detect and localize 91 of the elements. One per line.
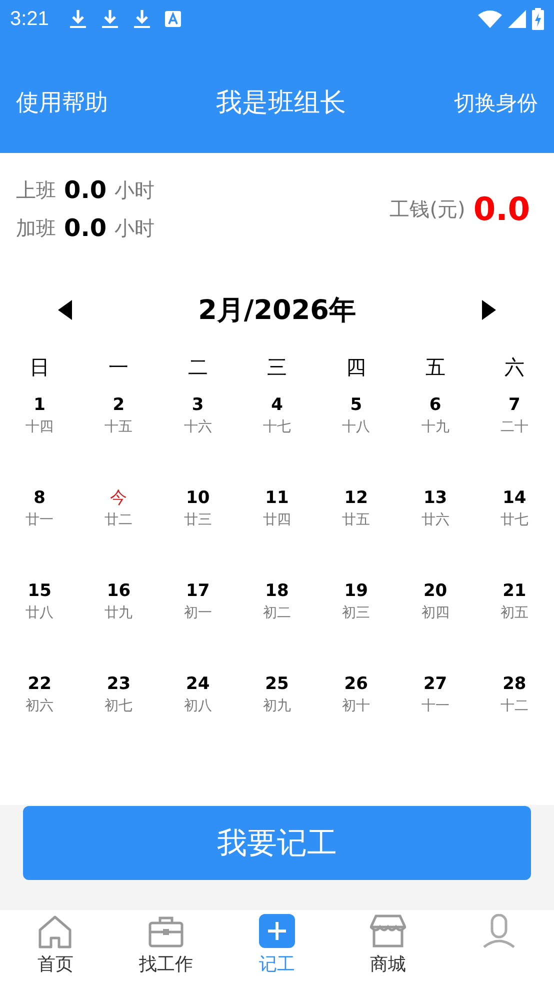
day-number[interactable]: 15	[28, 579, 52, 603]
day-number[interactable]: 10	[186, 486, 210, 510]
download-icon	[132, 9, 151, 29]
day-number[interactable]: 28	[502, 672, 526, 696]
day-number[interactable]: 今	[110, 486, 128, 510]
download-icon	[100, 9, 119, 29]
weekday-label: 四	[345, 354, 368, 381]
hours-unit: 小时	[114, 176, 155, 204]
lunar-date: 廿六	[421, 511, 450, 530]
lunar-date: 廿三	[184, 511, 212, 530]
signal-icon	[508, 10, 526, 28]
lunar-date: 廿八	[26, 604, 54, 623]
day-number[interactable]: 26	[344, 672, 368, 696]
lunar-date: 初七	[104, 697, 133, 716]
wage-value: 0.0	[473, 190, 530, 228]
weekday-label: 六	[503, 354, 526, 381]
nav-tab[interactable]: 首页	[0, 910, 111, 984]
battery-icon	[532, 8, 544, 30]
day-number[interactable]: 22	[28, 672, 52, 696]
hours-label: 加班	[16, 214, 56, 242]
hours-value: 0.0	[64, 176, 107, 204]
day-number[interactable]: 20	[423, 579, 448, 603]
weekday-label: 二	[186, 354, 209, 381]
lunar-date: 十七	[262, 418, 291, 437]
day-number[interactable]: 24	[186, 672, 210, 696]
lunar-date: 廿四	[262, 511, 291, 530]
day-number[interactable]: 13	[423, 486, 448, 510]
status-time: 3:21	[10, 8, 49, 30]
lunar-date: 初三	[342, 604, 370, 623]
lunar-date: 十六	[184, 418, 212, 437]
person-icon	[480, 914, 517, 950]
day-number[interactable]: 27	[423, 672, 448, 696]
lunar-date: 初二	[262, 604, 291, 623]
day-number[interactable]: 25	[265, 672, 289, 696]
day-number[interactable]: 14	[502, 486, 526, 510]
day-number[interactable]: 18	[265, 579, 289, 603]
nav-tab[interactable]: 找工作	[110, 910, 222, 984]
lunar-date: 初五	[500, 604, 528, 623]
lunar-date: 初九	[262, 697, 291, 716]
day-number[interactable]: 4	[271, 393, 283, 417]
lunar-date: 十二	[500, 697, 528, 716]
day-number[interactable]: 19	[344, 579, 368, 603]
lunar-date: 廿五	[342, 511, 370, 530]
lunar-date: 初十	[342, 697, 370, 716]
next-icon[interactable]	[482, 300, 496, 320]
day-number[interactable]: 23	[106, 672, 131, 696]
day-number[interactable]: 2	[112, 393, 125, 417]
day-number[interactable]: 8	[34, 486, 46, 510]
day-number[interactable]: 11	[265, 486, 289, 510]
hours-value: 0.0	[64, 214, 107, 242]
lunar-date: 初四	[421, 604, 450, 623]
day-number[interactable]: 7	[508, 393, 520, 417]
weekday-label: 日	[28, 354, 51, 381]
lunar-date: 初八	[184, 697, 212, 716]
lunar-date: 初六	[26, 697, 54, 716]
day-number[interactable]: 3	[192, 393, 204, 417]
day-number[interactable]: 1	[34, 393, 46, 417]
hours-unit: 小时	[114, 214, 155, 242]
lunar-date: 十九	[421, 418, 450, 437]
hours-label: 上班	[16, 176, 56, 204]
wage-label: 工钱(元)	[390, 196, 466, 222]
day-number[interactable]: 12	[344, 486, 368, 510]
day-number[interactable]: 16	[106, 579, 131, 603]
home-icon	[37, 914, 74, 950]
day-number[interactable]: 21	[502, 579, 526, 603]
weekday-label: 五	[424, 354, 446, 381]
month-title: 2月/2026年	[198, 294, 356, 328]
lunar-date: 初一	[184, 604, 212, 623]
download-icon	[68, 9, 87, 29]
weekday-label: 一	[108, 354, 130, 381]
lunar-date: 廿九	[104, 604, 133, 623]
shop-icon	[370, 914, 406, 950]
lunar-date: 廿一	[26, 511, 54, 530]
page-title: 我是班组长	[216, 87, 346, 120]
day-number[interactable]: 17	[186, 579, 210, 603]
lunar-date: 十五	[104, 418, 133, 437]
lunar-date: 十四	[26, 418, 54, 437]
plus-icon	[258, 914, 295, 950]
day-number[interactable]: 6	[429, 393, 442, 417]
lunar-date: 二十	[500, 418, 528, 437]
nav-tab[interactable]: 商城	[332, 910, 444, 984]
keyboard-icon	[164, 11, 181, 27]
lunar-date: 十一	[421, 697, 450, 716]
lunar-date: 十八	[342, 418, 370, 437]
day-number[interactable]: 5	[350, 393, 362, 417]
briefcase-icon	[148, 914, 184, 950]
weekday-label: 三	[266, 354, 288, 381]
lunar-date: 廿二	[104, 511, 133, 530]
lunar-date: 廿七	[500, 511, 528, 530]
wifi-icon	[478, 10, 502, 28]
previous-icon[interactable]	[58, 300, 72, 320]
